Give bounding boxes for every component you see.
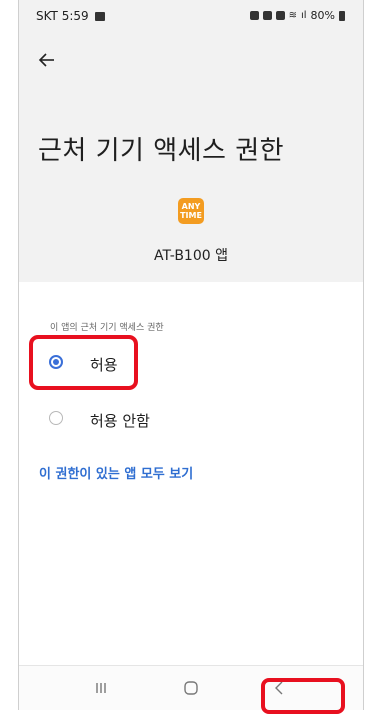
app-logo-line-1: ANY (181, 202, 201, 211)
mute-icon (275, 11, 285, 20)
radio-option-deny[interactable]: 허용 안함 (37, 399, 337, 439)
bluetooth-icon (249, 11, 259, 20)
wifi-signal-icon: ≋ (288, 10, 297, 21)
status-bar: SKT 5:59 ≋ ıl 80% (19, 0, 363, 36)
radio-label-deny: 허용 안함 (90, 412, 150, 430)
navigation-bar (19, 665, 363, 710)
radio-unchecked-icon[interactable] (49, 411, 63, 425)
phone-screen: SKT 5:59 ≋ ıl 80% 근처 기기 액세스 권한 ANY TIME … (18, 0, 364, 710)
see-all-apps-link[interactable]: 이 권한이 있는 앱 모두 보기 (39, 463, 193, 482)
chevron-left-icon[interactable] (249, 666, 309, 710)
carrier-time: SKT 5:59 (36, 9, 89, 23)
radio-label-allow: 허용 (90, 356, 118, 374)
app-logo-line-2: TIME (180, 211, 202, 220)
status-right: ≋ ıl 80% (249, 9, 345, 22)
radio-option-allow[interactable]: 허용 (37, 343, 337, 383)
app-name: AT-B100 앱 (154, 248, 228, 264)
battery-icon (339, 10, 345, 21)
section-label: 이 앱의 근처 기기 액세스 권한 (50, 323, 164, 333)
app-logo: ANY TIME (178, 198, 204, 224)
gallery-notification-icon (94, 11, 105, 21)
radio-checked-icon[interactable] (49, 355, 63, 369)
battery-percent: 80% (310, 9, 335, 22)
page-title: 근처 기기 액세스 권한 (38, 136, 285, 166)
header-area: SKT 5:59 ≋ ıl 80% 근처 기기 액세스 권한 ANY TIME … (19, 0, 363, 282)
cell-signal-icon: ıl (300, 10, 307, 21)
home-icon[interactable] (161, 666, 221, 710)
nfc-icon (262, 11, 272, 20)
status-left: SKT 5:59 (36, 9, 105, 23)
recents-icon[interactable] (71, 666, 131, 710)
arrow-left-icon[interactable] (35, 48, 59, 72)
